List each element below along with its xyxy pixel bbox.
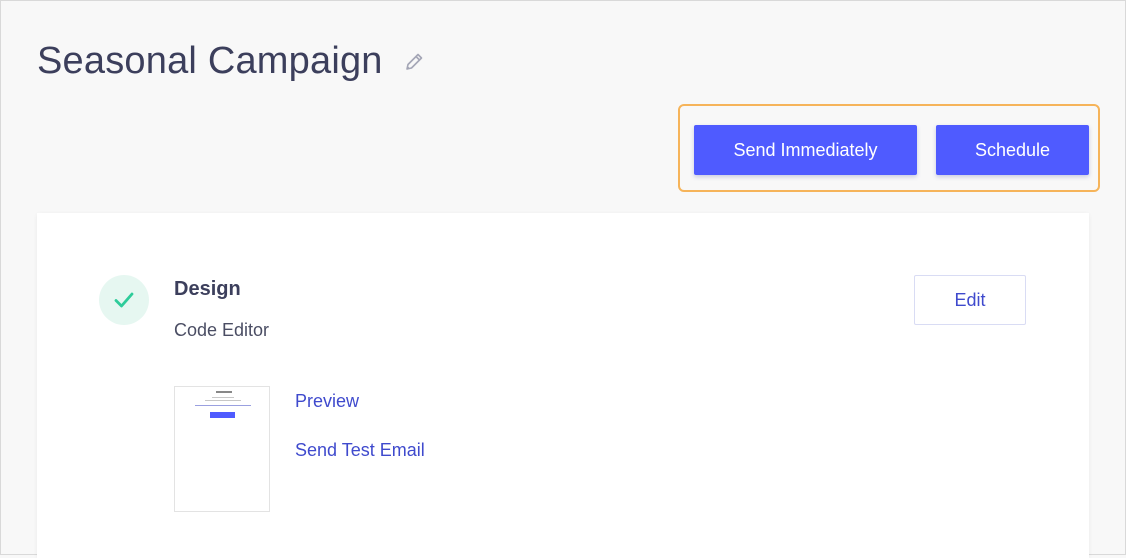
pencil-icon[interactable] [403, 51, 425, 73]
preview-link[interactable]: Preview [295, 391, 359, 412]
step-title: Design [174, 278, 241, 300]
thumbnail-line [205, 400, 241, 401]
send-immediately-button[interactable]: Send Immediately [694, 125, 917, 175]
thumbnail-heading [216, 391, 232, 393]
page-title: Seasonal Campaign [37, 40, 383, 82]
design-step-card: Design Code Editor Edit Preview Send Tes… [37, 213, 1089, 558]
check-icon [114, 292, 134, 308]
thumbnail-button [210, 412, 235, 418]
thumbnail-line [212, 397, 234, 398]
send-test-email-link[interactable]: Send Test Email [295, 440, 425, 461]
schedule-button[interactable]: Schedule [936, 125, 1089, 175]
thumbnail-line [195, 405, 251, 406]
app-frame: Seasonal Campaign Send Immediately Sched… [0, 0, 1126, 558]
step-subtitle: Code Editor [174, 320, 270, 340]
edit-design-button[interactable]: Edit [914, 275, 1026, 325]
email-thumbnail[interactable] [174, 386, 270, 512]
status-badge [99, 275, 149, 325]
